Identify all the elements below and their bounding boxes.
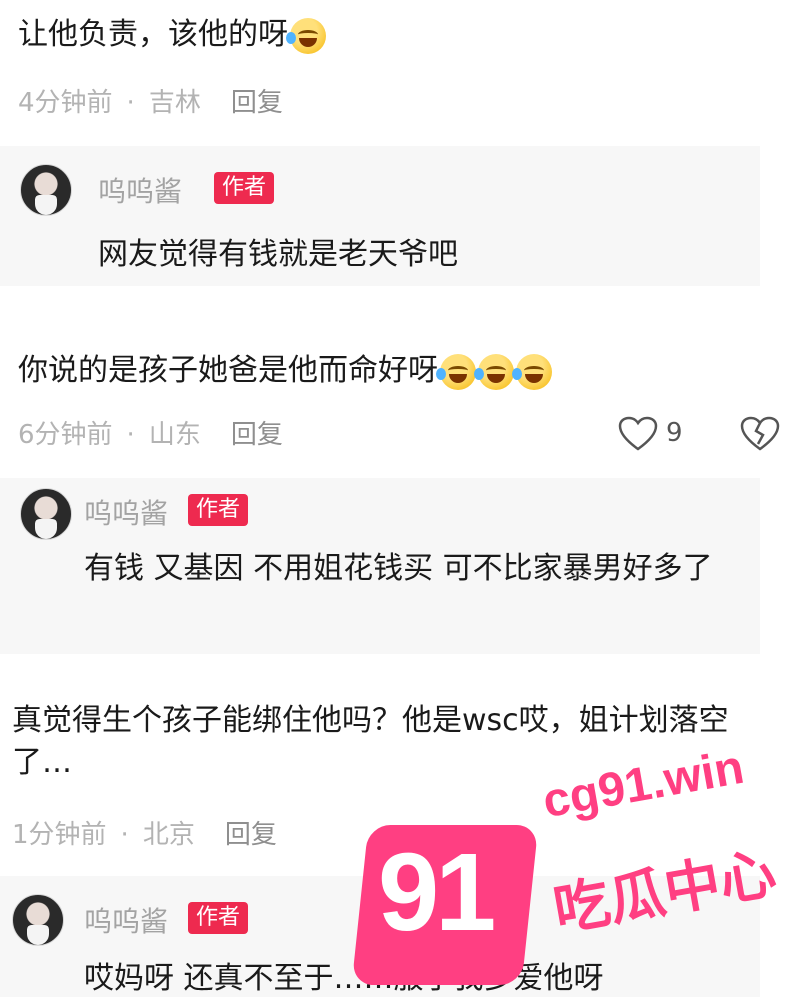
comment-text: 让他负责，该他的呀 [18,17,288,52]
comment-location: 北京 [142,820,195,850]
emoji-icon [286,17,326,54]
laughing-emoji-icon [474,353,514,390]
like-count: 9 [666,418,683,448]
author-name[interactable]: 呜呜酱 [84,492,168,532]
author-name[interactable]: 呜呜酱 [84,900,168,940]
reply-text: 网友觉得有钱就是老天爷吧 [98,237,458,272]
author-reply: 呜呜酱 作者 有钱 又基因 不用姐花钱买 可不比家暴男好多了 [0,478,760,654]
comment-meta: 6分钟前 · 山东 回复 [18,414,283,451]
comment-item: 你说的是孩子她爸是他而命好呀 [18,350,552,392]
comment-card-2: 你说的是孩子她爸是他而命好呀 6分钟前 · 山东 回复 9 呜呜酱 作者 有钱 又基因… [0,318,800,658]
watermark-number: 91 [378,831,496,954]
heart-icon[interactable] [618,416,658,452]
reply-button[interactable]: 回复 [231,414,283,451]
avatar[interactable] [20,164,72,216]
avatar[interactable] [12,894,64,946]
author-reply: 呜呜酱 作者 网友觉得有钱就是老天爷吧 [0,146,760,286]
broken-heart-icon[interactable] [740,416,780,452]
avatar[interactable] [20,488,72,540]
comment-time: 1分钟前 [12,820,107,850]
reply-button[interactable]: 回复 [225,814,277,851]
comment-meta: 4分钟前 · 吉林 回复 [18,82,283,119]
laughing-emoji-icon [436,353,476,390]
author-name[interactable]: 呜呜酱 [98,170,182,210]
watermark: 91 cg91.win 吃瓜中心 [351,741,800,997]
comment-location: 山东 [148,420,201,450]
comment-text: 你说的是孩子她爸是他而命好呀 [18,353,438,388]
comment-item: 让他负责，该他的呀 [18,14,326,56]
watermark-tagline: 吃瓜中心 [548,840,781,944]
author-badge: 作者 [188,494,249,526]
reply-text: 有钱 又基因 不用姐花钱买 可不比家暴男好多了 [84,551,713,586]
comment-time: 6分钟前 [18,420,113,450]
author-badge: 作者 [188,902,249,934]
comment-time: 4分钟前 [18,88,113,118]
reply-button[interactable]: 回复 [231,82,283,119]
comment-location: 吉林 [148,88,201,118]
comment-meta: 1分钟前 · 北京 回复 [12,814,277,851]
author-badge: 作者 [214,172,275,204]
laughing-emoji-icon [512,353,552,390]
comment-card-1: 让他负责，该他的呀 4分钟前 · 吉林 回复 呜呜酱 作者 网友觉得有钱就是老天爷吧 [0,0,800,312]
